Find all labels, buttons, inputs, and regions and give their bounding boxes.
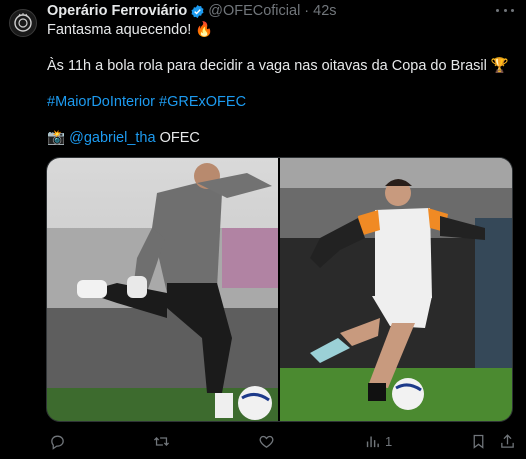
post-text-line2: Às 11h a bola rola para decidir a vaga n… xyxy=(47,58,509,74)
like-button[interactable] xyxy=(258,433,275,450)
views-button[interactable]: 1 xyxy=(364,433,392,450)
avatar-crest-icon xyxy=(14,13,32,32)
photo-credit-line: 📸 @gabriel_tha OFEC xyxy=(47,129,200,147)
author-name[interactable]: Operário Ferroviário xyxy=(47,3,187,19)
hashtag-link[interactable]: #GRExOFEC xyxy=(159,94,246,110)
bookmark-button[interactable] xyxy=(470,433,487,450)
views-icon xyxy=(366,436,379,447)
camera-emoji: 📸 xyxy=(47,130,66,146)
hashtag-link[interactable]: #MaiorDoInterior xyxy=(47,94,155,110)
bookmark-icon xyxy=(473,434,484,449)
author-handle[interactable]: @OFECoficial xyxy=(208,3,300,19)
post-header: Operário Ferroviário @OFECoficial · 42s xyxy=(47,3,337,19)
photo-goalkeeper[interactable] xyxy=(47,158,278,421)
separator-dot: · xyxy=(304,3,310,19)
hashtags-line: #MaiorDoInterior #GRExOFEC xyxy=(47,93,246,111)
verified-badge-icon xyxy=(191,4,204,18)
mention-link[interactable]: @gabriel_tha xyxy=(69,130,155,146)
goalkeeper-figure xyxy=(47,163,278,421)
media-grid xyxy=(46,157,513,422)
post-time[interactable]: 42s xyxy=(313,3,336,19)
avatar[interactable] xyxy=(9,9,37,37)
credit-suffix: OFEC xyxy=(159,130,200,146)
reply-button[interactable] xyxy=(49,433,66,450)
share-icon xyxy=(501,433,514,448)
more-icon[interactable] xyxy=(496,4,514,16)
retweet-button[interactable] xyxy=(153,433,170,450)
reply-icon xyxy=(51,435,64,450)
player-figure xyxy=(280,158,512,421)
retweet-icon xyxy=(153,436,170,446)
photo-player[interactable] xyxy=(280,158,512,421)
post-text-line1: Fantasma aquecendo! 🔥 xyxy=(47,22,214,38)
like-icon xyxy=(259,435,274,448)
action-bar: 1 xyxy=(46,430,516,452)
share-button[interactable] xyxy=(499,433,516,450)
views-count: 1 xyxy=(385,433,393,449)
